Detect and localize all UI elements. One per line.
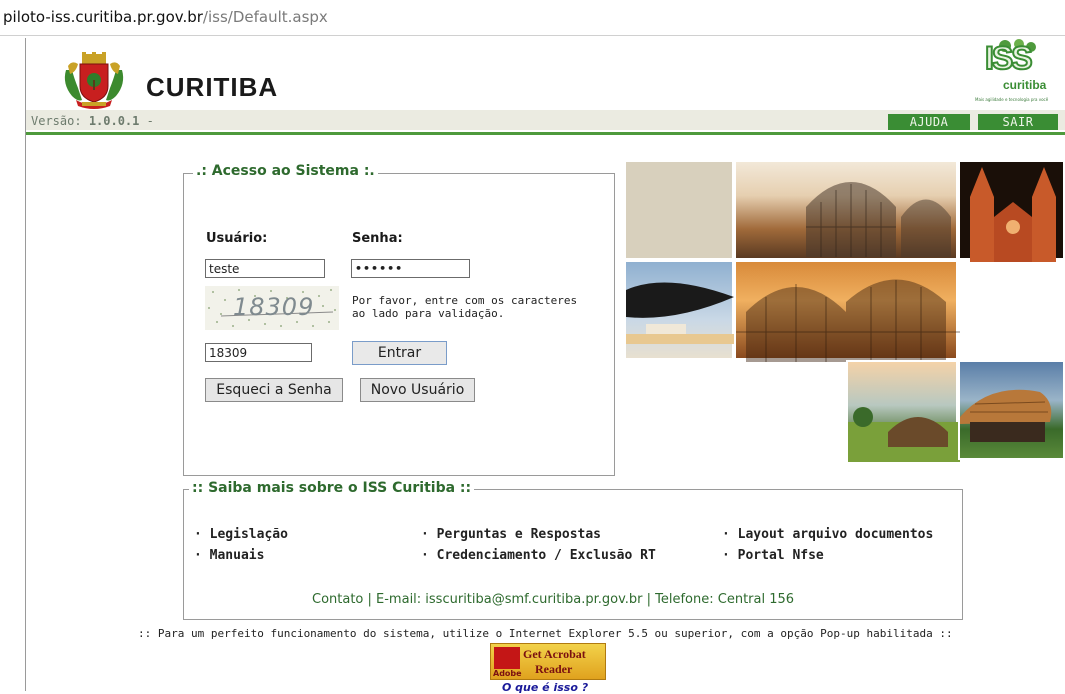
coat-of-arms-icon xyxy=(64,52,124,109)
park-drawing xyxy=(848,407,960,462)
address-bar-divider xyxy=(0,35,1065,36)
greenhouse-photo xyxy=(734,160,958,260)
photo-collage xyxy=(624,160,1065,462)
acrobat-line1: Get Acrobat xyxy=(523,647,586,661)
link-layout-arquivo[interactable]: · Layout arquivo documentos xyxy=(722,527,933,542)
beige-tile xyxy=(624,160,734,260)
address-bar[interactable]: piloto-iss.curitiba.pr.gov.br/iss/Defaul… xyxy=(0,0,1065,36)
link-perguntas-respostas[interactable]: · Perguntas e Respostas xyxy=(421,527,601,542)
version-info: Versão: 1.0.0.1 - xyxy=(31,114,154,128)
opera-drawing xyxy=(960,389,1052,442)
iss-logo-city: curitiba xyxy=(1003,78,1047,92)
captcha-image: 18309 xyxy=(205,286,339,330)
adobe-brand: Adobe xyxy=(493,669,522,678)
city-name: CURITIBA xyxy=(146,72,279,102)
adobe-logo-icon xyxy=(494,647,520,669)
opera-photo xyxy=(958,360,1065,460)
url-text[interactable]: piloto-iss.curitiba.pr.gov.br/iss/Defaul… xyxy=(3,8,328,26)
user-label: Usuário: xyxy=(206,231,268,246)
museum-photo xyxy=(624,260,736,360)
captcha-text: 18309 xyxy=(233,293,315,321)
link-manuais[interactable]: · Manuais xyxy=(194,548,264,563)
iss-logo: ISS curitiba Mais agilidade e tecnologia… xyxy=(975,38,1060,108)
cathedral-drawing xyxy=(970,167,1056,262)
get-acrobat-reader-button[interactable]: Adobe Get Acrobat Reader xyxy=(490,643,606,680)
link-credenciamento[interactable]: · Credenciamento / Exclusão RT xyxy=(421,548,656,563)
user-input[interactable]: teste xyxy=(205,259,325,278)
forgot-password-button[interactable]: Esqueci a Senha xyxy=(205,378,343,402)
captcha-help-text: Por favor, entre com os caracteres ao la… xyxy=(352,294,578,320)
new-user-button[interactable]: Novo Usuário xyxy=(360,378,475,402)
contact-info: Contato | E-mail: isscuritiba@smf.curiti… xyxy=(312,592,795,607)
iss-logo-text: ISS xyxy=(984,39,1034,77)
cathedral-photo xyxy=(958,160,1065,262)
museum-drawing xyxy=(626,282,736,344)
info-legend: :: Saiba mais sobre o ISS Curitiba :: xyxy=(189,480,475,496)
park-photo xyxy=(846,360,960,462)
password-label: Senha: xyxy=(352,231,403,246)
greenhouse-sunset-drawing xyxy=(736,279,960,362)
acrobat-line2: Reader xyxy=(535,662,573,676)
iss-logo-tagline: Mais agilidade e tecnologia pra você xyxy=(975,97,1049,102)
login-legend: .: Acesso ao Sistema :. xyxy=(193,163,378,179)
browser-requirement-note: :: Para um perfeito funcionamento do sis… xyxy=(138,627,953,640)
captcha-input[interactable]: 18309 xyxy=(205,343,312,362)
greenhouse-drawing xyxy=(806,182,951,257)
enter-button[interactable]: Entrar xyxy=(352,341,447,365)
greenhouse-sunset-photo xyxy=(734,260,960,362)
what-is-this-link[interactable]: O que é isso ? xyxy=(502,681,588,694)
link-legislacao[interactable]: · Legislação xyxy=(194,527,288,542)
help-button[interactable]: AJUDA xyxy=(888,114,970,130)
exit-button[interactable]: SAIR xyxy=(978,114,1058,130)
link-portal-nfse[interactable]: · Portal Nfse xyxy=(722,548,824,563)
password-input[interactable]: •••••• xyxy=(351,259,470,278)
header-divider xyxy=(26,132,1065,135)
